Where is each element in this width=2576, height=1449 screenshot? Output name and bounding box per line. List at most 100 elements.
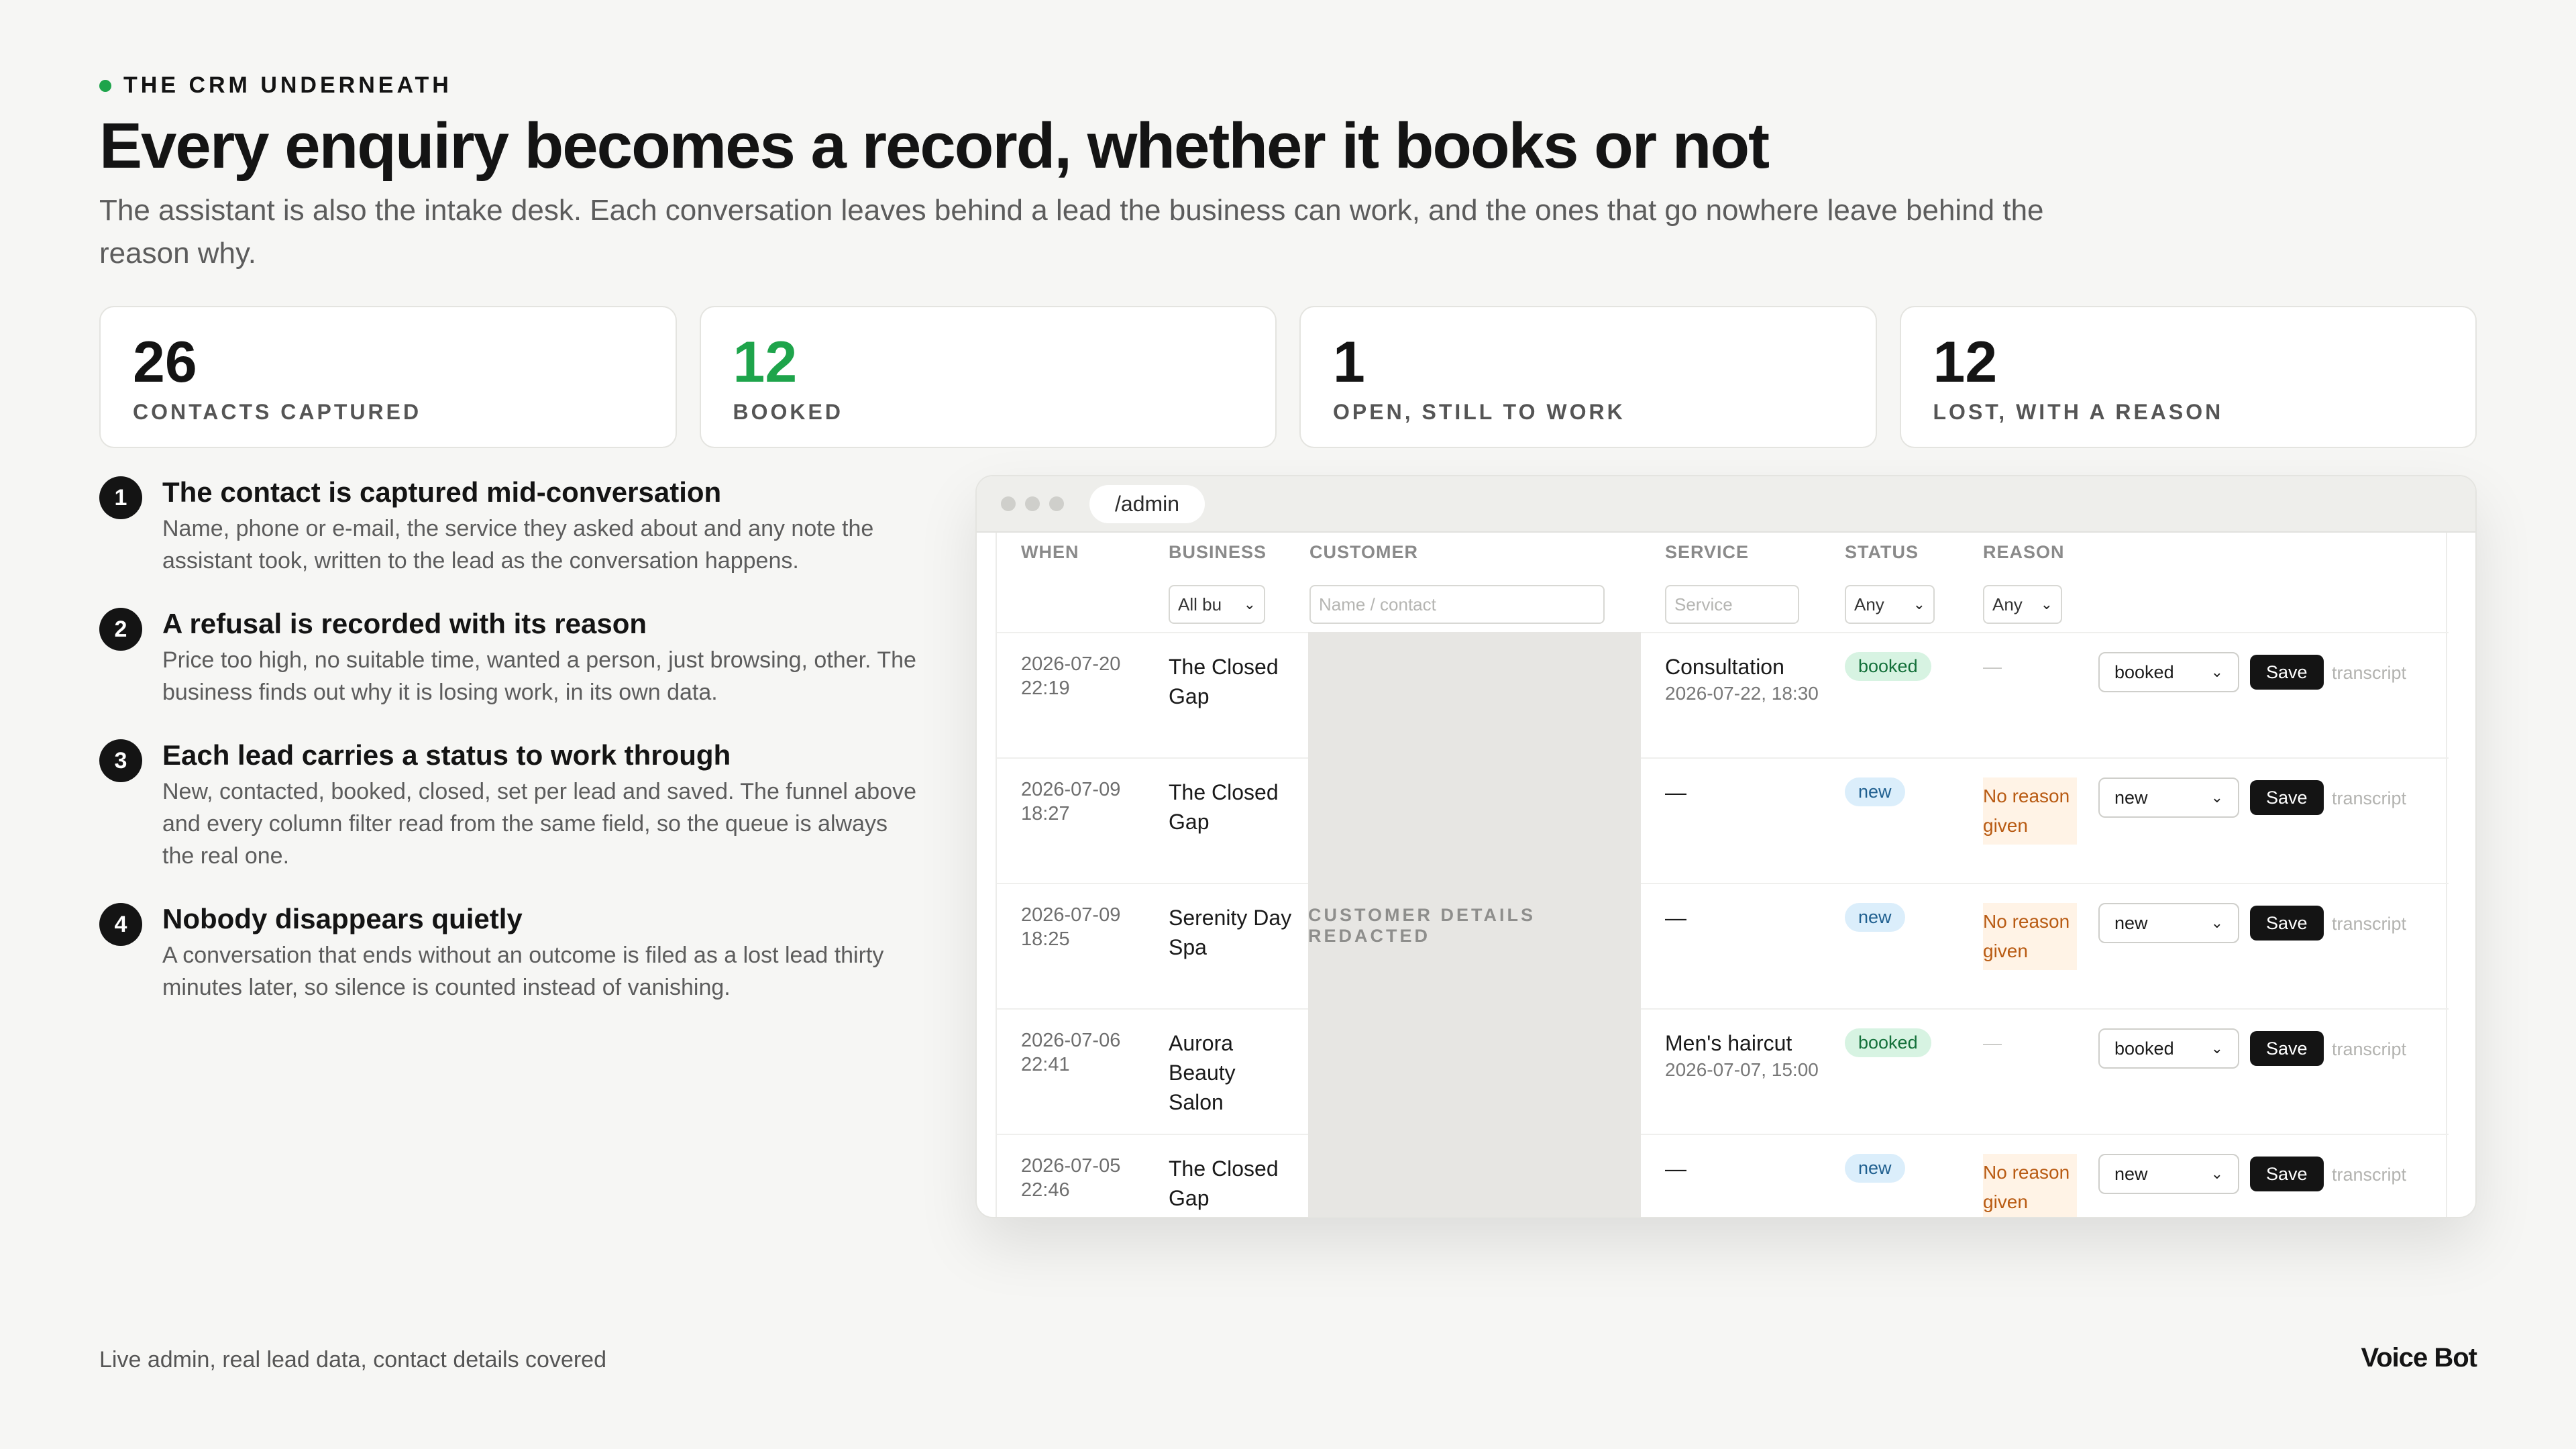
row-reason: —: [1983, 656, 2002, 677]
status-select[interactable]: new ⌄: [2098, 1154, 2239, 1194]
stats-row: 26 CONTACTS CAPTURED 12 BOOKED 1 OPEN, S…: [99, 306, 2477, 448]
step-title: Nobody disappears quietly: [162, 903, 523, 934]
step-number: 4: [99, 903, 142, 946]
stat-card-lost: 12 LOST, WITH A REASON: [1899, 306, 2477, 448]
admin-window: /admin WHEN BUSINESS CUSTOMER SERVICE ST…: [975, 475, 2477, 1218]
save-button[interactable]: Save: [2250, 780, 2324, 815]
row-reason: —: [1983, 1032, 2002, 1053]
customer-search-input[interactable]: Name / contact: [1309, 585, 1605, 624]
step-item: 1 The contact is captured mid-conversati…: [99, 474, 924, 577]
stat-value: 26: [133, 330, 197, 394]
chevron-down-icon: ⌄: [2210, 1040, 2223, 1057]
row-business: Aurora Beauty Salon: [1169, 1031, 1236, 1114]
service-filter-placeholder: Service: [1674, 594, 1733, 614]
status-badge: new: [1845, 1154, 1905, 1183]
chevron-down-icon: ⌄: [2210, 914, 2223, 931]
stat-card-open: 1 OPEN, STILL TO WORK: [1299, 306, 1877, 448]
green-dot-icon: [99, 79, 111, 92]
table-row: 2026-07-09 18:27 The Closed Gap — new No …: [997, 757, 2449, 883]
transcript-link[interactable]: transcript: [2332, 1165, 2406, 1185]
row-reason: No reason given: [1983, 903, 2077, 970]
step-body: Price too high, no suitable time, wanted…: [162, 647, 916, 705]
save-button[interactable]: Save: [2250, 1031, 2324, 1066]
step-item: 2 A refusal is recorded with its reason …: [99, 605, 924, 708]
service-filter-input[interactable]: Service: [1665, 585, 1799, 624]
status-filter-value: Any: [1854, 594, 1884, 614]
business-filter-select[interactable]: All bu ⌄: [1169, 585, 1265, 624]
customer-redaction-panel: CUSTOMER DETAILS REDACTED: [1308, 632, 1641, 1217]
row-service: Consultation 2026-07-22, 18:30: [1665, 655, 1819, 704]
stat-value: 12: [733, 330, 798, 394]
transcript-link[interactable]: transcript: [2332, 663, 2406, 684]
column-header-service: SERVICE: [1665, 542, 1750, 562]
row-when: 2026-07-09 18:27: [1021, 779, 1121, 824]
url-tab[interactable]: /admin: [1089, 484, 1205, 523]
step-body: Name, phone or e-mail, the service they …: [162, 516, 874, 574]
row-service: —: [1665, 906, 1686, 930]
status-badge: booked: [1845, 652, 1931, 681]
stat-value: 12: [1933, 330, 1998, 394]
transcript-link[interactable]: transcript: [2332, 1039, 2406, 1060]
redacted-label: CUSTOMER DETAILS REDACTED: [1308, 905, 1536, 946]
step-number: 3: [99, 739, 142, 782]
status-badge: booked: [1845, 1028, 1931, 1057]
step-title: The contact is captured mid-conversation: [162, 476, 722, 508]
stat-label: OPEN, STILL TO WORK: [1333, 400, 1625, 424]
stat-value: 1: [1333, 330, 1365, 394]
window-chrome: /admin: [977, 476, 2475, 533]
chevron-down-icon: ⌄: [2040, 596, 2053, 612]
row-when: 2026-07-09 18:25: [1021, 904, 1121, 950]
row-business: Serenity Day Spa: [1169, 906, 1292, 959]
status-select[interactable]: new ⌄: [2098, 903, 2239, 943]
step-item: 4 Nobody disappears quietly A conversati…: [99, 900, 924, 1004]
table-row: 2026-07-20 22:19 The Closed Gap Consultat…: [997, 632, 2449, 757]
column-header-when: WHEN: [1021, 542, 1079, 562]
chevron-down-icon: ⌄: [2210, 663, 2223, 680]
transcript-link[interactable]: transcript: [2332, 914, 2406, 934]
chevron-down-icon: ⌄: [1243, 596, 1256, 612]
window-maximize-icon[interactable]: [1049, 496, 1064, 511]
reason-filter-value: Any: [1992, 594, 2023, 614]
business-filter-value: All bu: [1178, 594, 1222, 614]
row-business: The Closed Gap: [1169, 1157, 1279, 1210]
stat-label: BOOKED: [733, 400, 843, 424]
row-reason: No reason given: [1983, 777, 2077, 845]
column-header-status: STATUS: [1845, 542, 1919, 562]
step-title: A refusal is recorded with its reason: [162, 608, 647, 639]
footer-caption: Live admin, real lead data, contact deta…: [99, 1347, 607, 1373]
column-header-business: BUSINESS: [1169, 542, 1267, 562]
save-button[interactable]: Save: [2250, 1157, 2324, 1191]
window-close-icon[interactable]: [1001, 496, 1016, 511]
chevron-down-icon: ⌄: [1913, 596, 1925, 612]
row-business: The Closed Gap: [1169, 655, 1279, 708]
row-service: Men's haircut 2026-07-07, 15:00: [1665, 1031, 1819, 1080]
window-minimize-icon[interactable]: [1025, 496, 1040, 511]
status-filter-select[interactable]: Any ⌄: [1845, 585, 1935, 624]
status-select[interactable]: new ⌄: [2098, 777, 2239, 818]
status-select[interactable]: booked ⌄: [2098, 652, 2239, 692]
status-badge: new: [1845, 903, 1905, 932]
page-title: Every enquiry becomes a record, whether …: [99, 110, 1770, 182]
column-header-customer: CUSTOMER: [1309, 542, 1419, 562]
row-business: The Closed Gap: [1169, 780, 1279, 834]
eyebrow: THE CRM UNDERNEATH: [99, 72, 452, 99]
table-row: 2026-07-06 22:41 Aurora Beauty Salon Men'…: [997, 1008, 2449, 1134]
status-select[interactable]: booked ⌄: [2098, 1028, 2239, 1069]
reason-filter-select[interactable]: Any ⌄: [1983, 585, 2062, 624]
row-when: 2026-07-06 22:41: [1021, 1030, 1121, 1075]
step-number: 1: [99, 476, 142, 519]
leads-table: WHEN BUSINESS CUSTOMER SERVICE STATUS RE…: [996, 533, 2449, 1217]
row-service: —: [1665, 780, 1686, 804]
stat-card-contacts: 26 CONTACTS CAPTURED: [99, 306, 677, 448]
table-row: 2026-07-05 22:46 The Closed Gap — new No …: [997, 1134, 2449, 1217]
step-body: A conversation that ends without an outc…: [162, 943, 884, 1000]
brand-logo: Voice Bot: [2361, 1343, 2477, 1373]
row-reason: No reason given: [1983, 1154, 2077, 1217]
save-button[interactable]: Save: [2250, 655, 2324, 690]
step-number: 2: [99, 608, 142, 651]
customer-search-placeholder: Name / contact: [1319, 594, 1436, 614]
page-subtitle: The assistant is also the intake desk. E…: [99, 194, 2044, 270]
save-button[interactable]: Save: [2250, 906, 2324, 941]
row-when: 2026-07-05 22:46: [1021, 1155, 1121, 1201]
transcript-link[interactable]: transcript: [2332, 788, 2406, 809]
